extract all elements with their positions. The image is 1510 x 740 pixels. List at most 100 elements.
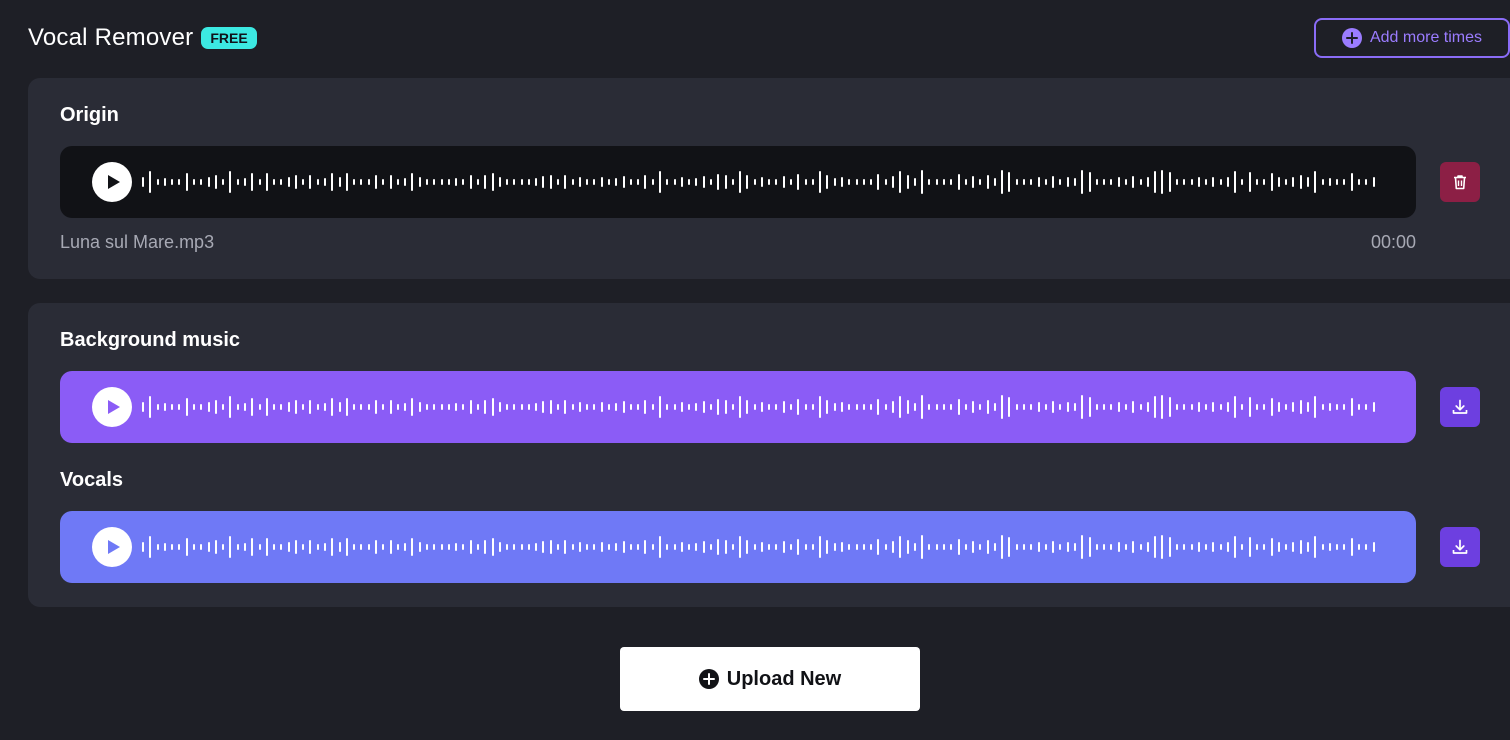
- background-music-play-button[interactable]: [92, 387, 132, 427]
- waveform-bar: [1248, 397, 1251, 417]
- waveform-bar: [1103, 404, 1106, 410]
- waveform-bar: [775, 544, 778, 550]
- waveform-bar: [1205, 404, 1208, 410]
- waveform-bar: [913, 403, 916, 411]
- waveform-bar: [957, 174, 960, 190]
- waveform-bar: [1336, 544, 1339, 550]
- vocals-waveform[interactable]: [142, 532, 1376, 562]
- waveform-bar: [207, 402, 210, 412]
- waveform-bar: [891, 401, 894, 413]
- waveform-bar: [207, 177, 210, 187]
- waveform-bar: [1023, 404, 1026, 410]
- waveform-bar: [411, 538, 414, 556]
- waveform-bar: [309, 175, 312, 189]
- waveform-bar: [498, 402, 501, 412]
- vocals-download-button[interactable]: [1440, 527, 1480, 567]
- background-music-download-button[interactable]: [1440, 387, 1480, 427]
- waveform-bar: [243, 178, 246, 186]
- waveform-bar: [433, 179, 436, 185]
- waveform-bar: [433, 404, 436, 410]
- waveform-bar: [214, 400, 217, 414]
- waveform-bar: [324, 543, 327, 551]
- waveform-bar: [935, 179, 938, 185]
- waveform-bar: [1263, 179, 1266, 185]
- waveform-bar: [447, 404, 450, 410]
- plus-circle-icon: [698, 669, 719, 689]
- waveform-bar: [1234, 396, 1237, 418]
- waveform-bar: [600, 402, 603, 412]
- waveform-bar: [1372, 177, 1375, 187]
- waveform-bar: [557, 179, 560, 185]
- waveform-bar: [1205, 544, 1208, 550]
- waveform-bar: [513, 179, 516, 185]
- waveform-bar: [557, 404, 560, 410]
- waveform-bar: [782, 176, 785, 188]
- origin-track: [60, 146, 1416, 218]
- vocals-play-button[interactable]: [92, 527, 132, 567]
- waveform-bar: [1307, 177, 1309, 187]
- waveform-bar: [1336, 404, 1339, 410]
- waveform-bar: [1365, 544, 1368, 550]
- waveform-bar: [375, 400, 377, 414]
- waveform-bar: [1234, 171, 1237, 193]
- waveform-bar: [258, 404, 261, 410]
- upload-new-button[interactable]: Upload New: [620, 647, 920, 711]
- waveform-bar: [739, 396, 742, 418]
- download-icon: [1452, 539, 1468, 554]
- origin-waveform[interactable]: [142, 167, 1376, 197]
- waveform-bar: [1015, 544, 1018, 550]
- waveform-bar: [338, 177, 341, 187]
- waveform-bar: [389, 175, 392, 189]
- waveform-bar: [455, 403, 458, 411]
- background-music-waveform[interactable]: [142, 392, 1376, 422]
- waveform-bar: [782, 541, 785, 553]
- waveform-bar: [1103, 544, 1106, 550]
- waveform-bar: [294, 400, 297, 414]
- waveform-bar: [1059, 179, 1062, 185]
- waveform-bar: [375, 175, 377, 189]
- waveform-bar: [520, 179, 523, 185]
- origin-play-button[interactable]: [92, 162, 132, 202]
- waveform-bar: [1270, 173, 1273, 191]
- waveform-bar: [469, 540, 472, 554]
- waveform-bar: [724, 400, 727, 414]
- waveform-bar: [491, 173, 494, 191]
- waveform-bar: [149, 171, 152, 193]
- waveform-bar: [899, 171, 902, 193]
- waveform-bar: [404, 178, 407, 186]
- waveform-bar: [702, 401, 705, 413]
- waveform-bar: [804, 404, 807, 410]
- file-name: Luna sul Mare.mp3: [60, 232, 215, 252]
- waveform-bar: [1241, 544, 1244, 550]
- waveform-bar: [236, 179, 239, 185]
- waveform-bar: [1205, 179, 1208, 185]
- waveform-bar: [549, 175, 552, 189]
- waveform-bar: [1256, 179, 1259, 185]
- waveform-bar: [382, 544, 385, 550]
- waveform-bar: [673, 544, 676, 550]
- waveform-bar: [972, 401, 975, 413]
- waveform-bar: [666, 544, 669, 550]
- waveform-bar: [811, 179, 814, 185]
- waveform-bar: [1044, 404, 1047, 410]
- waveform-bar: [986, 400, 989, 414]
- waveform-bar: [797, 399, 800, 415]
- waveform-bar: [586, 404, 589, 410]
- free-badge: FREE: [201, 27, 257, 49]
- waveform-bar: [1263, 544, 1266, 550]
- waveform-bar: [942, 404, 945, 410]
- waveform-bar: [331, 538, 334, 556]
- add-more-times-button[interactable]: Add more times: [1314, 18, 1510, 58]
- waveform-bar: [294, 540, 297, 554]
- waveform-bar: [891, 176, 894, 188]
- delete-button[interactable]: [1440, 162, 1480, 202]
- waveform-bar: [615, 403, 618, 411]
- add-more-times-label: Add more times: [1369, 29, 1483, 46]
- waveform-bar: [229, 396, 232, 418]
- waveform-bar: [142, 177, 144, 187]
- waveform-bar: [513, 404, 516, 410]
- waveform-bar: [717, 399, 720, 415]
- waveform-bar: [557, 544, 560, 550]
- waveform-bar: [1081, 535, 1084, 559]
- waveform-bar: [549, 540, 552, 554]
